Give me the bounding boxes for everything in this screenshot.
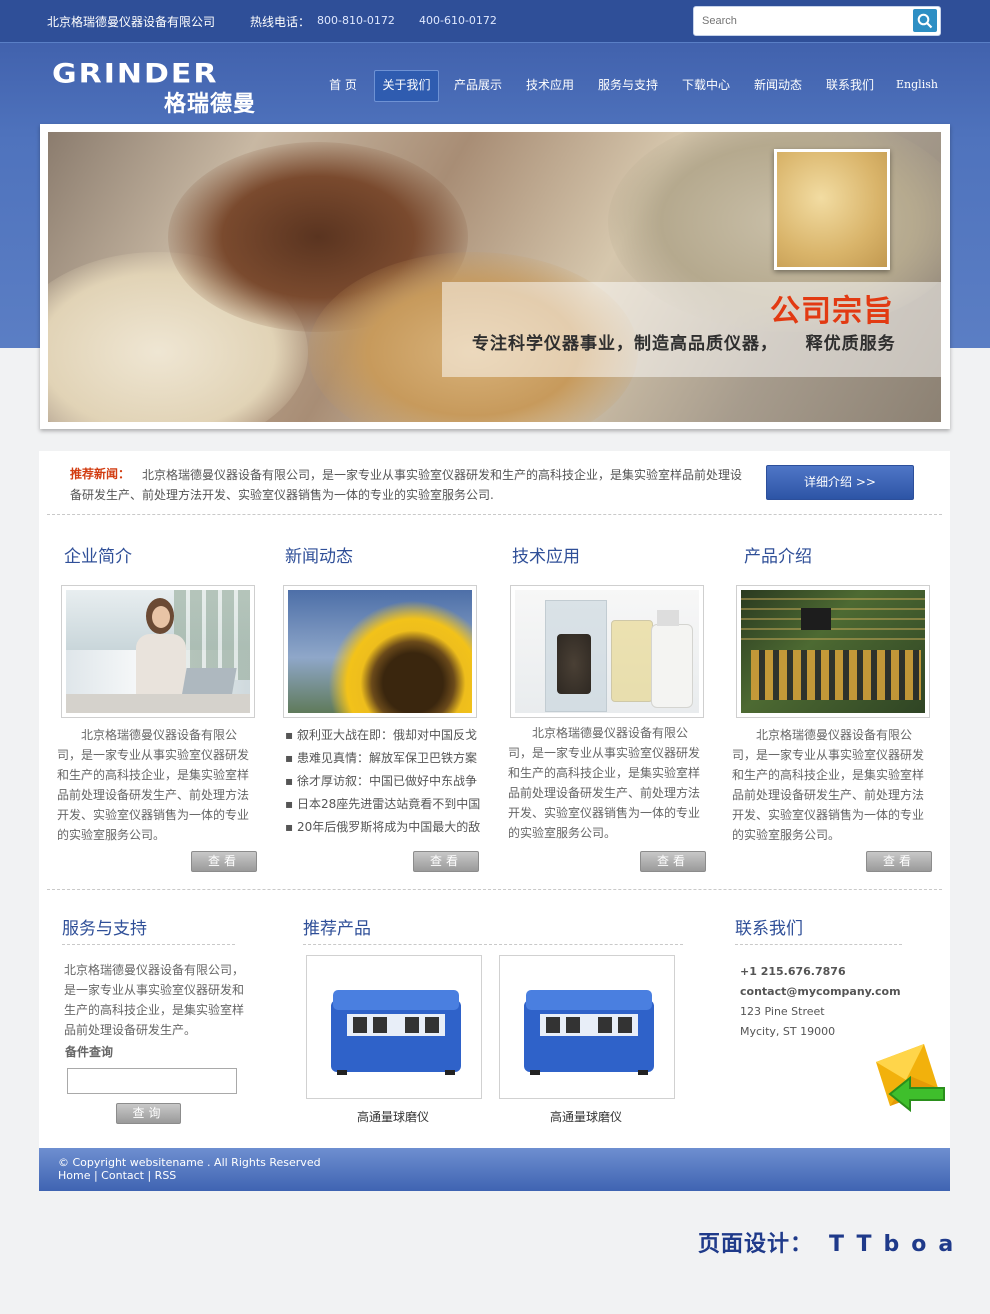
logo[interactable]: GRINDER 格瑞德曼 <box>52 58 264 117</box>
news-list: ▪ 叙利亚大战在即：俄却对中国反戈 ▪ 患难见真情：解放军保卫巴铁方案 ▪ 徐才… <box>285 724 485 839</box>
banner-slogan: 专注科学仪器事业，制造高品质仪器， 释优质服务 <box>472 334 896 354</box>
contact-city: Mycity, ST 19000 <box>740 1025 836 1038</box>
parts-query-label: 备件查询 <box>65 1045 114 1059</box>
search-icon <box>917 13 933 29</box>
logo-text-cn: 格瑞德曼 <box>164 92 257 117</box>
contact-phone: +1 215.676.7876 <box>740 965 846 978</box>
featured-news-label: 推荐新闻： <box>70 467 131 481</box>
service-underline <box>62 944 235 945</box>
product-card[interactable] <box>306 955 482 1099</box>
divider <box>47 514 942 515</box>
news-list-item[interactable]: ▪ 徐才厚访叙：中国已做好中东战争 <box>285 770 485 793</box>
contact-street: 123 Pine Street <box>740 1005 825 1018</box>
nav-tech[interactable]: 技术应用 <box>519 70 581 100</box>
about-photo <box>61 585 255 718</box>
tech-view-button[interactable]: 查看 <box>640 851 706 872</box>
design-credit-value: TTboa <box>829 1232 966 1257</box>
recommend-underline <box>303 944 683 945</box>
news-list-item[interactable]: ▪ 日本28座先进雷达站竟看不到中国 <box>285 793 485 816</box>
banner-image <box>48 132 941 422</box>
nav-english[interactable]: English <box>891 70 943 100</box>
tech-text: 北京格瑞德曼仪器设备有限公司，是一家专业从事实验室仪器研发和生产的高科技企业，是… <box>508 726 701 840</box>
service-text: 北京格瑞德曼仪器设备有限公司，是一家专业从事实验室仪器研发和生产的高科技企业，是… <box>64 963 245 1037</box>
product-name[interactable]: 高通量球磨仪 <box>499 1108 673 1125</box>
main-content: 北京格瑞德曼仪器设备有限公司，是一家专业从事实验室仪器研发和生产的高科技企业，是… <box>39 451 950 1148</box>
banner-thumbnail <box>774 149 890 270</box>
footer: © Copyright websitename . All Rights Res… <box>39 1148 950 1191</box>
products-view-button[interactable]: 查看 <box>866 851 932 872</box>
banner: 公司宗旨 专注科学仪器事业，制造高品质仪器， 释优质服务 <box>40 124 950 429</box>
divider <box>47 889 942 890</box>
footer-copyright: © Copyright websitename . All Rights Res… <box>58 1156 321 1169</box>
search-button[interactable] <box>913 9 937 32</box>
nav-contact[interactable]: 联系我们 <box>819 70 881 100</box>
news-list-item[interactable]: ▪ 叙利亚大战在即：俄却对中国反戈 <box>285 724 485 747</box>
design-credit-label: 页面设计： <box>698 1232 814 1257</box>
product-card[interactable] <box>499 955 675 1099</box>
logo-text-en: GRINDER <box>52 58 219 90</box>
nav-home[interactable]: 首 页 <box>318 70 368 100</box>
top-bar: 北京格瑞德曼仪器设备有限公司 热线电话： 800-810-0172 400-61… <box>0 0 990 43</box>
recommend-title: 推荐产品 <box>303 919 371 939</box>
about-text: 北京格瑞德曼仪器设备有限公司，是一家专业从事实验室仪器研发和生产的高科技企业，是… <box>57 728 250 842</box>
nav-products[interactable]: 产品展示 <box>447 70 509 100</box>
news-list-item[interactable]: ▪ 患难见真情：解放军保卫巴铁方案 <box>285 747 485 770</box>
tech-title: 技术应用 <box>512 547 580 567</box>
banner-title: 公司宗旨 <box>770 294 894 329</box>
nav-news[interactable]: 新闻动态 <box>747 70 809 100</box>
contact-title: 联系我们 <box>735 919 803 939</box>
parts-query-input[interactable] <box>67 1068 237 1094</box>
details-button[interactable]: 详细介绍 >> <box>766 465 914 500</box>
contact-underline <box>735 944 902 945</box>
products-text: 北京格瑞德曼仪器设备有限公司，是一家专业从事实验室仪器研发和生产的高科技企业，是… <box>732 728 925 842</box>
product-name[interactable]: 高通量球磨仪 <box>306 1108 480 1125</box>
featured-news-text: 北京格瑞德曼仪器设备有限公司，是一家专业从事实验室仪器研发和生产的高科技企业，是… <box>70 468 743 502</box>
tech-photo <box>510 585 704 718</box>
ball-mill-image <box>524 990 654 1075</box>
news-list-item[interactable]: ▪ 20年后俄罗斯将成为中国最大的敌 <box>285 816 485 839</box>
ball-mill-image <box>331 990 461 1075</box>
products-title: 产品介绍 <box>744 547 812 567</box>
news-title: 新闻动态 <box>285 547 353 567</box>
about-view-button[interactable]: 查看 <box>191 851 257 872</box>
design-credit: 页面设计： TTboa <box>698 1226 965 1258</box>
parts-query-button[interactable]: 查询 <box>116 1103 181 1124</box>
contact-email[interactable]: contact@mycompany.com <box>740 985 901 998</box>
company-name: 北京格瑞德曼仪器设备有限公司 <box>47 15 216 29</box>
news-view-button[interactable]: 查看 <box>413 851 479 872</box>
nav-download[interactable]: 下载中心 <box>675 70 737 100</box>
hotline-phone-2: 400-610-0172 <box>419 14 497 27</box>
hotline-label: 热线电话： <box>250 15 311 29</box>
search-input[interactable] <box>700 11 904 31</box>
service-title: 服务与支持 <box>62 919 147 939</box>
search-box <box>693 6 941 36</box>
footer-links[interactable]: Home | Contact | RSS <box>58 1169 176 1182</box>
news-photo <box>283 585 477 718</box>
products-photo <box>736 585 930 718</box>
about-title: 企业简介 <box>64 547 132 567</box>
nav-about[interactable]: 关于我们 <box>374 70 439 102</box>
envelope-arrow-icon[interactable] <box>866 1042 948 1114</box>
nav-service[interactable]: 服务与支持 <box>591 70 665 100</box>
hotline-phone-1: 800-810-0172 <box>317 14 395 27</box>
